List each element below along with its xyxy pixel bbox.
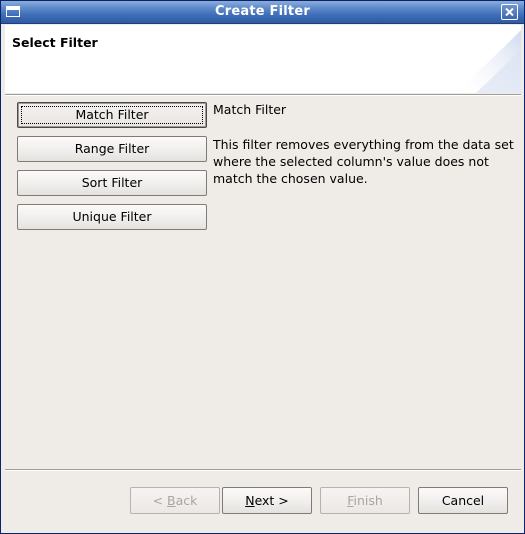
page-title: Select Filter [12,35,98,50]
footer-separator [5,469,521,471]
finish-label-rest: inish [353,493,383,508]
window-title: Create Filter [215,4,310,19]
unique-filter-button[interactable]: Unique Filter [17,204,207,230]
back-prefix: < [152,493,168,508]
cancel-button[interactable]: Cancel [418,487,508,514]
back-label-rest: ack [175,493,198,508]
wizard-header: Select Filter [5,25,521,93]
match-filter-button[interactable]: Match Filter [17,102,207,128]
create-filter-dialog: Create Filter Select Filter Match Filter… [0,0,525,534]
unique-filter-label: Unique Filter [72,209,152,224]
back-mnemonic: B [167,493,176,508]
header-separator [5,94,521,96]
sort-filter-label: Sort Filter [81,175,143,190]
filter-description-text: This filter removes everything from the … [213,137,514,186]
next-mnemonic: N [245,493,255,508]
finish-button[interactable]: Finish [320,487,410,514]
range-filter-label: Range Filter [74,141,150,156]
focus-ring [21,106,203,124]
sort-filter-button[interactable]: Sort Filter [17,170,207,196]
close-button[interactable] [501,4,518,20]
title-bar[interactable]: Create Filter [1,1,524,24]
cancel-label: Cancel [441,493,485,508]
filter-description-title: Match Filter [213,102,287,117]
next-label-rest: ext > [254,493,289,508]
next-button[interactable]: Next > [222,487,312,514]
back-button[interactable]: < Back [130,487,220,514]
close-icon [505,8,514,16]
header-swoosh-graphic [451,30,521,93]
range-filter-button[interactable]: Range Filter [17,136,207,162]
